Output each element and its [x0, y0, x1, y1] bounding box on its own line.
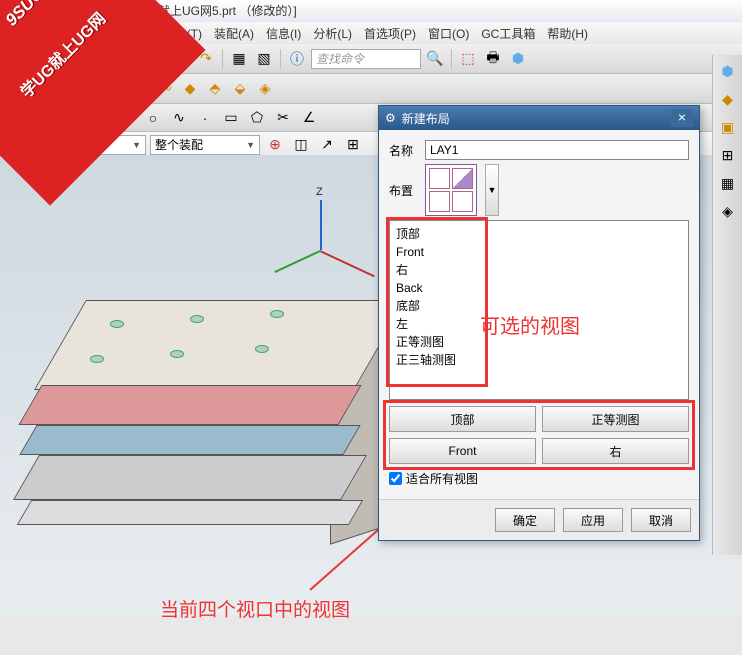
- command-search[interactable]: 查找命令: [311, 49, 421, 69]
- filter-btn-2[interactable]: ◫: [290, 134, 312, 156]
- menu-prefs[interactable]: 首选项(P): [364, 25, 416, 41]
- gear-icon: ⚙: [385, 111, 396, 125]
- view-option[interactable]: Front: [396, 243, 682, 261]
- view-option[interactable]: 顶部: [396, 225, 682, 243]
- info-icon[interactable]: ⓘ: [286, 48, 308, 70]
- feat3-icon[interactable]: ⬙: [229, 78, 251, 100]
- rect-icon[interactable]: ▭: [220, 107, 242, 129]
- menu-help[interactable]: 帮助(H): [547, 25, 588, 41]
- separator: [280, 49, 281, 69]
- menu-info[interactable]: 信息(I): [266, 25, 301, 41]
- point-icon[interactable]: ·: [194, 107, 216, 129]
- feat2-icon[interactable]: ⬘: [204, 78, 226, 100]
- apply-button[interactable]: 应用: [563, 508, 623, 532]
- name-input[interactable]: [425, 140, 689, 160]
- name-label: 名称: [389, 142, 417, 159]
- view-option[interactable]: 正三轴测图: [396, 351, 682, 369]
- annotation-text-2: 当前四个视口中的视图: [160, 595, 350, 622]
- close-button[interactable]: ×: [671, 109, 693, 127]
- grid-icon[interactable]: ▦: [228, 48, 250, 70]
- viewport-4-button[interactable]: 右: [542, 438, 689, 464]
- trim-icon[interactable]: ✂: [272, 107, 294, 129]
- search-icon[interactable]: 🔍: [424, 48, 446, 70]
- rtool-1[interactable]: ⬢: [716, 59, 740, 83]
- ok-button[interactable]: 确定: [495, 508, 555, 532]
- fit-all-checkbox[interactable]: [389, 472, 402, 485]
- filter-btn-1[interactable]: ⊕: [264, 134, 286, 156]
- layout-label: 布置: [389, 182, 417, 199]
- print-icon[interactable]: 🖶: [482, 48, 504, 70]
- menu-gc[interactable]: GC工具箱: [481, 25, 535, 41]
- layout-picker[interactable]: [425, 164, 477, 216]
- scope-filter[interactable]: 整个装配▼: [150, 135, 260, 155]
- rtool-4[interactable]: ⊞: [716, 143, 740, 167]
- right-toolbar: ⬢ ◆ ▣ ⊞ ▦ ◈: [712, 55, 742, 555]
- viewport-grid: 顶部 正等测图 Front 右: [389, 406, 689, 464]
- separator: [451, 49, 452, 69]
- fit-all-label: 适合所有视图: [406, 470, 478, 487]
- dialog-titlebar[interactable]: ⚙ 新建布局 ×: [379, 106, 699, 130]
- filter-btn-3[interactable]: ↗: [316, 134, 338, 156]
- feat-icon[interactable]: ◆: [179, 78, 201, 100]
- filter-btn-4[interactable]: ⊞: [342, 134, 364, 156]
- viewport-1-button[interactable]: 顶部: [389, 406, 536, 432]
- separator: [222, 49, 223, 69]
- cancel-button[interactable]: 取消: [631, 508, 691, 532]
- rtool-6[interactable]: ◈: [716, 199, 740, 223]
- dialog-title: 新建布局: [402, 110, 450, 127]
- annotation-text-1: 可选的视图: [480, 310, 580, 339]
- layer-icon[interactable]: ▧: [253, 48, 275, 70]
- feat4-icon[interactable]: ◈: [254, 78, 276, 100]
- view-option[interactable]: 右: [396, 261, 682, 279]
- viewport-2-button[interactable]: 正等测图: [542, 406, 689, 432]
- spline-icon[interactable]: ∿: [168, 107, 190, 129]
- poly-icon[interactable]: ⬠: [246, 107, 268, 129]
- rtool-2[interactable]: ◆: [716, 87, 740, 111]
- view-option[interactable]: Back: [396, 279, 682, 297]
- angle-icon[interactable]: ∠: [298, 107, 320, 129]
- rtool-3[interactable]: ▣: [716, 115, 740, 139]
- select-icon[interactable]: ⬚: [457, 48, 479, 70]
- layout-dropdown[interactable]: ▼: [485, 164, 499, 216]
- menu-analysis[interactable]: 分析(L): [313, 25, 352, 41]
- viewport-3-button[interactable]: Front: [389, 438, 536, 464]
- rtool-5[interactable]: ▦: [716, 171, 740, 195]
- cube-icon[interactable]: ⬢: [507, 48, 529, 70]
- menu-window[interactable]: 窗口(O): [428, 25, 469, 41]
- menu-assembly[interactable]: 装配(A): [214, 25, 254, 41]
- model-3d: [20, 275, 400, 575]
